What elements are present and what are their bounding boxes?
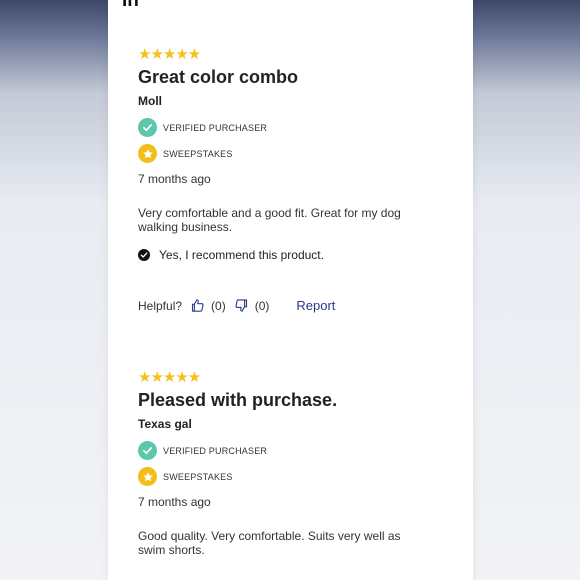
review-text: Good quality. Very comfortable. Suits ve… [138, 529, 401, 557]
badge-label: VERIFIED PURCHASER [163, 122, 268, 133]
badge-label: VERIFIED PURCHASER [163, 445, 268, 456]
helpful-bar: Helpful? (0) (0) Report [138, 298, 335, 313]
star-icon [138, 467, 157, 486]
thumbs-up-icon[interactable] [190, 298, 205, 313]
helpful-down-count: (0) [254, 298, 270, 313]
recommendation: Yes, I recommend this product. [138, 248, 448, 262]
recommend-text: Yes, I recommend this product. [159, 248, 324, 262]
report-link[interactable]: Report [296, 298, 335, 313]
review-text: Very comfortable and a good fit. Great f… [138, 206, 401, 234]
checkmark-icon [138, 249, 150, 261]
heading-fragment: In [122, 0, 139, 11]
checkmark-icon [138, 118, 157, 137]
sweepstakes-badge: SWEEPSTAKES [138, 144, 448, 163]
review-panel: In ★★★★★ Great color combo Moll VERIFIED… [108, 0, 473, 580]
verified-badge: VERIFIED PURCHASER [138, 441, 448, 460]
review-author: Moll [138, 94, 162, 108]
review-author: Texas gal [138, 417, 192, 431]
star-rating: ★★★★★ [138, 46, 201, 63]
review-title: Great color combo [138, 67, 299, 87]
star-icon [138, 144, 157, 163]
thumbs-down-icon[interactable] [234, 298, 249, 313]
badge-label: SWEEPSTAKES [163, 148, 233, 159]
checkmark-icon [138, 441, 157, 460]
star-rating: ★★★★★ [138, 369, 201, 386]
sweepstakes-badge: SWEEPSTAKES [138, 467, 448, 486]
badge-label: SWEEPSTAKES [163, 471, 233, 482]
review-card: ★★★★★ Great color combo Moll VERIFIED PU… [138, 47, 448, 262]
helpful-up-count: (0) [211, 298, 226, 313]
helpful-label: Helpful? [138, 298, 183, 313]
review-title: Pleased with purchase. [138, 390, 338, 410]
verified-badge: VERIFIED PURCHASER [138, 118, 448, 137]
review-card: ★★★★★ Pleased with purchase. Texas gal V… [138, 370, 448, 557]
review-date: 7 months ago [138, 495, 211, 509]
review-date: 7 months ago [138, 172, 211, 186]
